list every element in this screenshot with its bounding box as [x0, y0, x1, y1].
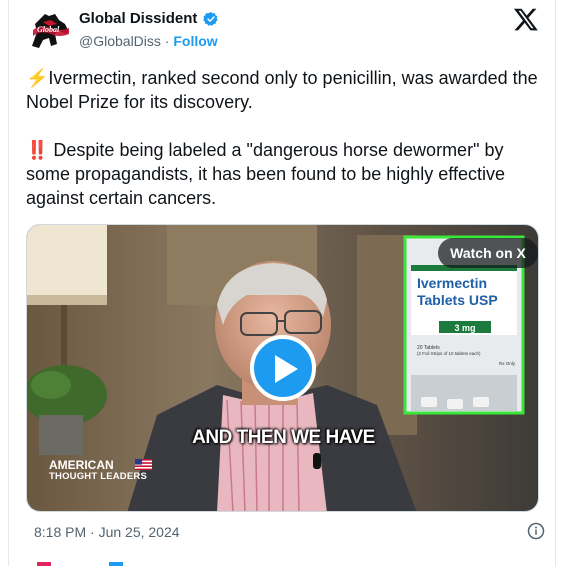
tweet-card: Global Global Dissident @GlobalDiss · Fo… [8, 0, 556, 566]
video-player[interactable]: Ivermectin Tablets USP 3 mg 20 Tablets (… [26, 224, 539, 512]
watermark-line-1: AMERICAN [49, 458, 114, 472]
horse-logo-icon: Global [32, 14, 69, 48]
pill-box-subtitle: Tablets USP [417, 292, 498, 308]
author-handle-row: @GlobalDiss · Follow [79, 33, 218, 49]
follow-button[interactable]: Follow [173, 33, 217, 49]
watch-on-x-button[interactable]: Watch on X [438, 238, 538, 268]
channel-watermark: AMERICAN THOUGHT LEADERS [49, 458, 152, 483]
avatar[interactable]: Global [29, 10, 73, 50]
tweet-paragraph-2: ‼️ Despite being labeled a "dangerous ho… [26, 140, 511, 208]
pill-box-rx: Rx Only [499, 361, 516, 366]
play-icon [275, 355, 298, 383]
action-bar-partial [37, 562, 123, 566]
play-button[interactable] [250, 335, 316, 401]
pill-box-strips: (2 Foil Strips of 10 tablets each) [417, 351, 481, 356]
info-icon[interactable] [527, 522, 545, 540]
tweet-paragraph-1: ⚡Ivermectin, ranked second only to penic… [26, 68, 543, 112]
author-handle[interactable]: @GlobalDiss [79, 33, 161, 49]
x-logo-icon[interactable] [513, 6, 539, 32]
handle-separator: · [164, 33, 170, 49]
svg-text:Global: Global [37, 25, 60, 34]
like-icon-partial [37, 562, 51, 566]
pill-box-strength: 3 mg [454, 323, 475, 333]
verified-badge-icon [203, 12, 218, 26]
tweet-timestamp[interactable]: 8:18 PM · Jun 25, 2024 [34, 524, 180, 540]
us-flag-icon [135, 459, 152, 470]
reply-icon-partial [109, 562, 123, 566]
author-name[interactable]: Global Dissident [79, 10, 197, 27]
pill-box-name: Ivermectin [417, 275, 487, 291]
watermark-line-2: THOUGHT LEADERS [49, 471, 147, 482]
tweet-text: ⚡Ivermectin, ranked second only to penic… [26, 66, 546, 210]
video-caption: AND THEN WE HAVE [192, 427, 375, 448]
